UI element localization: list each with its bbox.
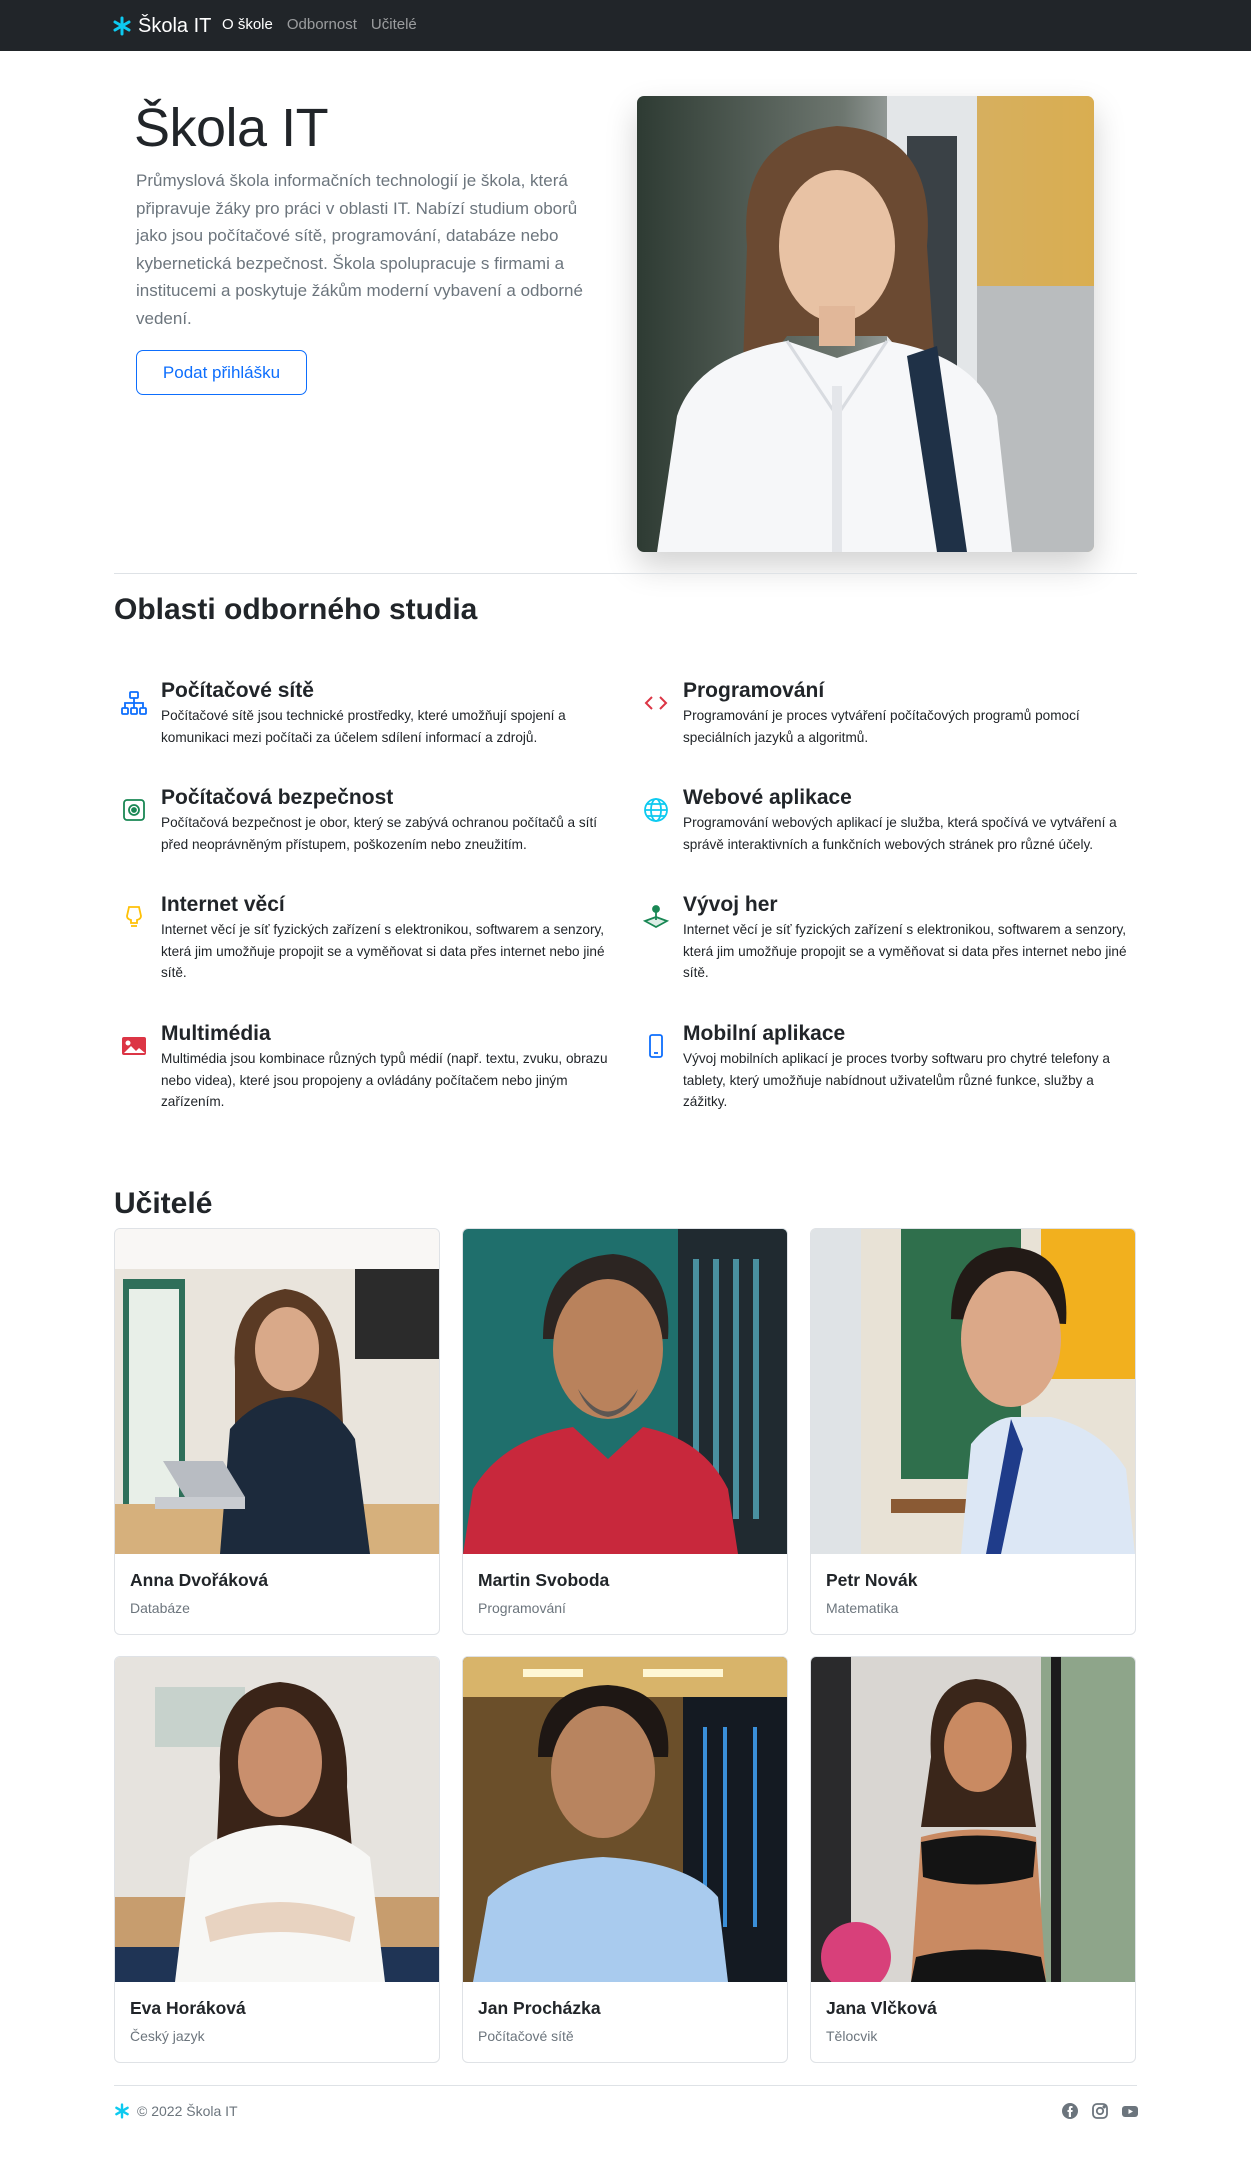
teacher-name: Eva Horáková — [130, 1998, 246, 2018]
feature-title: Vývoj her — [683, 893, 778, 916]
teacher-subject: Databáze — [130, 1600, 190, 1616]
image-icon — [120, 1032, 148, 1060]
teacher-subject: Programování — [478, 1600, 566, 1616]
code-icon — [642, 689, 670, 717]
hero-title: Škola IT — [134, 98, 329, 158]
teacher-photo — [115, 1657, 439, 1982]
lightbulb-icon — [120, 903, 148, 931]
feature-title: Mobilní aplikace — [683, 1022, 846, 1045]
feature-title: Internet věcí — [161, 893, 285, 916]
feature-text: Počítačová bezpečnost je obor, který se … — [161, 815, 598, 852]
feature-text: Programování je proces vytváření počítač… — [683, 708, 1080, 745]
apply-button[interactable]: Podat přihlášku — [136, 350, 307, 395]
teacher-card[interactable]: Eva Horáková Český jazyk — [114, 1656, 440, 2063]
globe-icon — [642, 796, 670, 824]
hero-divider — [114, 573, 1137, 574]
nav-link-o-skole[interactable]: O škole — [222, 16, 273, 34]
brand-name: Škola IT — [138, 14, 212, 37]
footer-copyright: © 2022 Škola IT — [114, 2103, 238, 2119]
teacher-subject: Počítačové sítě — [478, 2028, 574, 2044]
teacher-photo — [463, 1229, 787, 1554]
facebook-icon[interactable] — [1061, 2102, 1079, 2120]
teacher-subject: Tělocvik — [826, 2028, 878, 2044]
feature-text: Počítačové sítě jsou technické prostředk… — [161, 708, 566, 745]
joystick-icon — [642, 903, 670, 931]
feature-title: Počítačová bezpečnost — [161, 786, 394, 809]
phone-icon — [642, 1032, 670, 1060]
feature-title: Programování — [683, 679, 825, 702]
shield-cpu-icon — [120, 796, 148, 824]
hero-student-image — [637, 96, 1094, 552]
teacher-name: Jan Procházka — [478, 1998, 601, 2018]
teacher-photo — [811, 1229, 1135, 1554]
teacher-name: Petr Novák — [826, 1570, 918, 1590]
teachers-title: Učitelé — [114, 1187, 213, 1220]
youtube-icon[interactable] — [1121, 2102, 1139, 2120]
teacher-subject: Matematika — [826, 1600, 899, 1616]
features-title: Oblasti odborného studia — [114, 593, 478, 626]
teacher-card[interactable]: Petr Novák Matematika — [810, 1228, 1136, 1635]
teacher-photo — [811, 1657, 1135, 1982]
teacher-name: Martin Svoboda — [478, 1570, 610, 1590]
teacher-card[interactable]: Martin Svoboda Programování — [462, 1228, 788, 1635]
teacher-subject: Český jazyk — [130, 2028, 205, 2044]
feature-title: Webové aplikace — [683, 786, 852, 809]
hero-lead: Průmyslová škola informačních technologi… — [136, 171, 583, 328]
feature-text: Vývoj mobilních aplikací je proces tvorb… — [683, 1051, 1110, 1110]
feature-text: Programování webových aplikací je služba… — [683, 815, 1117, 852]
feature-text: Multimédia jsou kombinace různých typů m… — [161, 1051, 608, 1110]
teacher-photo — [115, 1229, 439, 1554]
network-icon — [120, 689, 148, 717]
teacher-card[interactable]: Jan Procházka Počítačové sítě — [462, 1656, 788, 2063]
feature-title: Multimédia — [161, 1022, 271, 1045]
nav-link-ucitele[interactable]: Učitelé — [371, 16, 417, 34]
copyright-text: © 2022 Škola IT — [137, 2103, 238, 2119]
brand-link[interactable]: Škola IT — [112, 12, 211, 40]
teacher-card[interactable]: Jana Vlčková Tělocvik — [810, 1656, 1136, 2063]
feature-title: Počítačové sítě — [161, 679, 314, 702]
asterisk-logo-icon — [114, 2103, 130, 2119]
main-nav: O škole Odbornost Učitelé — [222, 16, 417, 34]
footer-divider — [114, 2085, 1137, 2086]
feature-text: Internet věcí je síť fyzických zařízení … — [161, 922, 605, 981]
teacher-name: Jana Vlčková — [826, 1998, 937, 2018]
feature-text: Internet věcí je síť fyzických zařízení … — [683, 922, 1127, 981]
teacher-name: Anna Dvořáková — [130, 1570, 269, 1590]
teacher-card[interactable]: Anna Dvořáková Databáze — [114, 1228, 440, 1635]
teacher-photo — [463, 1657, 787, 1982]
social-links — [1061, 2102, 1139, 2120]
instagram-icon[interactable] — [1091, 2102, 1109, 2120]
nav-link-odbornost[interactable]: Odbornost — [287, 16, 357, 34]
navbar: Škola IT O škole Odbornost Učitelé — [0, 0, 1251, 51]
asterisk-logo-icon — [112, 16, 132, 36]
